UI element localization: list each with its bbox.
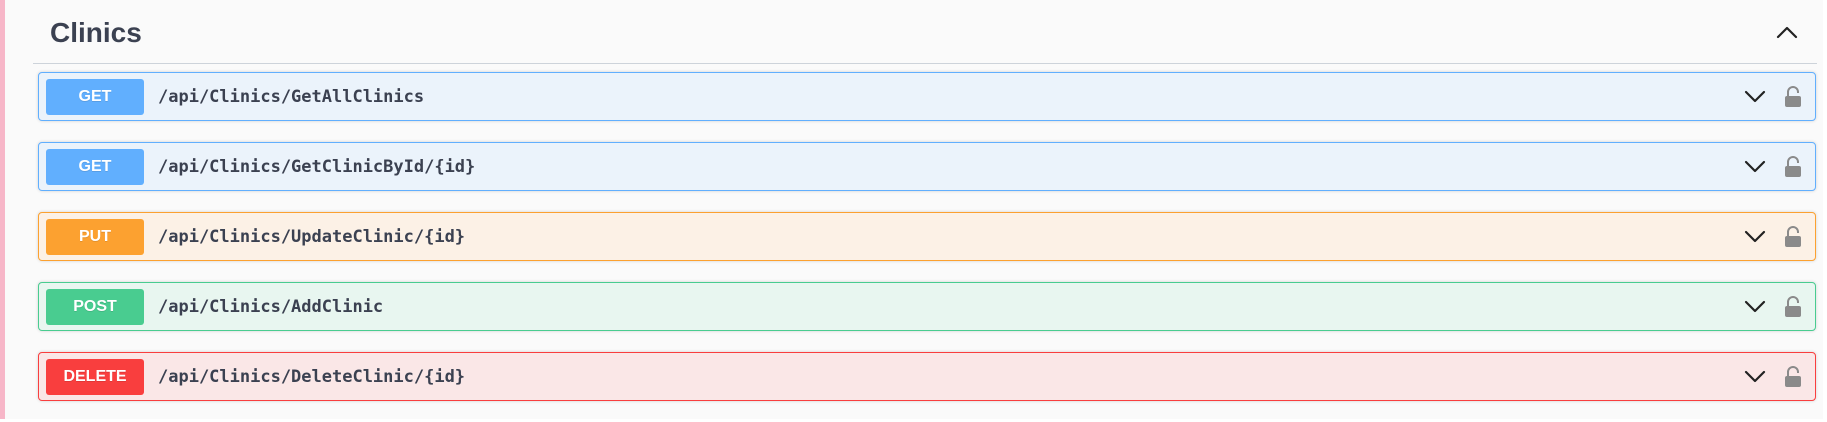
operation-update-clinic[interactable]: PUT /api/Clinics/UpdateClinic/{id} — [38, 212, 1816, 261]
method-badge: GET — [46, 148, 144, 185]
chevron-down-icon — [1744, 300, 1766, 312]
expand-operation-button[interactable] — [1735, 287, 1775, 327]
operation-controls — [1735, 283, 1809, 330]
operation-path: /api/Clinics/DeleteClinic/{id} — [158, 366, 466, 387]
page-right-gutter — [1823, 0, 1827, 419]
unlocked-icon — [1785, 155, 1801, 177]
chevron-down-icon — [1744, 90, 1766, 102]
operation-path: /api/Clinics/GetClinicById/{id} — [158, 156, 476, 177]
unlocked-icon — [1785, 225, 1801, 247]
authorize-button[interactable] — [1777, 357, 1809, 397]
operation-controls — [1735, 73, 1809, 120]
operation-controls — [1735, 143, 1809, 190]
authorize-button[interactable] — [1777, 147, 1809, 187]
expand-operation-button[interactable] — [1735, 77, 1775, 117]
operation-get-all-clinics[interactable]: GET /api/Clinics/GetAllClinics — [38, 72, 1816, 121]
operation-path: /api/Clinics/UpdateClinic/{id} — [158, 226, 466, 247]
chevron-up-icon — [1776, 26, 1798, 38]
authorize-button[interactable] — [1777, 217, 1809, 257]
method-badge: POST — [46, 288, 144, 325]
chevron-down-icon — [1744, 370, 1766, 382]
operation-delete-clinic[interactable]: DELETE /api/Clinics/DeleteClinic/{id} — [38, 352, 1816, 401]
collapse-section-button[interactable] — [1763, 8, 1811, 56]
chevron-down-icon — [1744, 160, 1766, 172]
authorize-button[interactable] — [1777, 287, 1809, 327]
operation-path: /api/Clinics/AddClinic — [158, 296, 384, 317]
method-badge: PUT — [46, 218, 144, 255]
unlocked-icon — [1785, 295, 1801, 317]
unlocked-icon — [1785, 85, 1801, 107]
unlocked-icon — [1785, 365, 1801, 387]
method-badge: GET — [46, 78, 144, 115]
chevron-down-icon — [1744, 230, 1766, 242]
operation-get-clinic-by-id[interactable]: GET /api/Clinics/GetClinicById/{id} — [38, 142, 1816, 191]
operation-add-clinic[interactable]: POST /api/Clinics/AddClinic — [38, 282, 1816, 331]
operation-controls — [1735, 213, 1809, 260]
expand-operation-button[interactable] — [1735, 217, 1775, 257]
operations-list: GET /api/Clinics/GetAllClinics GET /api/… — [38, 72, 1816, 422]
tag-section-header[interactable]: Clinics — [33, 0, 1817, 64]
section-title: Clinics — [50, 16, 142, 48]
expand-operation-button[interactable] — [1735, 147, 1775, 187]
method-badge: DELETE — [46, 358, 144, 395]
authorize-button[interactable] — [1777, 77, 1809, 117]
operation-controls — [1735, 353, 1809, 400]
operation-path: /api/Clinics/GetAllClinics — [158, 86, 425, 107]
expand-operation-button[interactable] — [1735, 357, 1775, 397]
